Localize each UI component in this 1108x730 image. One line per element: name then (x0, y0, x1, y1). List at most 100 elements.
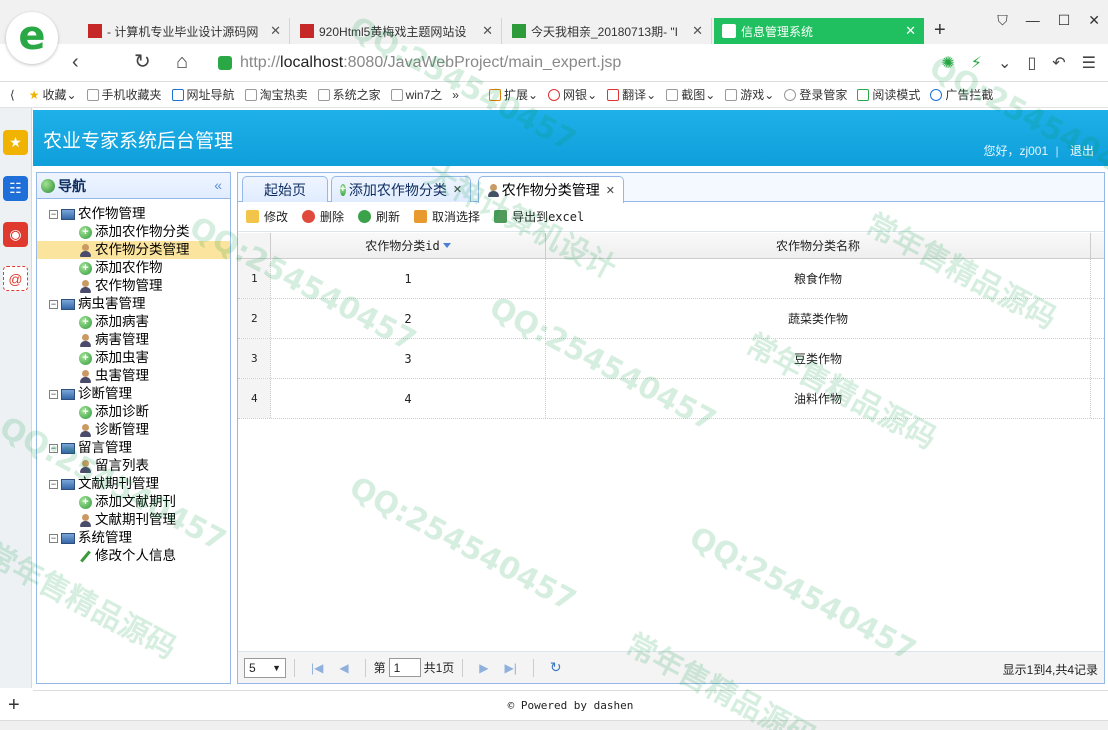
nav-group[interactable]: − 留言管理 (37, 439, 230, 457)
nav-item[interactable]: + 添加诊断 (37, 403, 230, 421)
more-bookmarks-icon[interactable]: » (452, 88, 459, 102)
collapse-icon[interactable]: « (214, 177, 222, 193)
browser-tab-2[interactable]: 920Html5黄梅戏主题网站设 ✕ (292, 18, 502, 44)
phone-icon[interactable]: ▯ (1027, 53, 1036, 73)
nav-item[interactable]: 农作物管理 (37, 277, 230, 295)
tab-close-icon[interactable]: ✕ (606, 184, 615, 197)
reload-icon[interactable]: ↻ (134, 52, 151, 72)
table-row[interactable]: 3 3 豆类作物 (238, 339, 1104, 379)
minimize-icon[interactable]: — (1026, 12, 1040, 29)
column-header-id[interactable]: 农作物分类id (271, 233, 546, 258)
collapse-toggle-icon[interactable]: − (49, 389, 58, 399)
nav-item[interactable]: 农作物分类管理 (37, 241, 230, 259)
weibo-icon[interactable]: ◉ (3, 222, 28, 247)
nav-item[interactable]: 虫害管理 (37, 367, 230, 385)
pager-refresh-icon[interactable]: ↻ (550, 659, 562, 676)
browser-tab-1[interactable]: - 计算机专业毕业设计源码网 ✕ (80, 18, 290, 44)
toolbar-bank[interactable]: 网银 ⌄ (548, 86, 597, 103)
tab-close-icon[interactable]: ✕ (453, 183, 462, 196)
pencil-icon (79, 550, 92, 563)
nav-group[interactable]: − 诊断管理 (37, 385, 230, 403)
close-icon[interactable]: ✕ (905, 23, 916, 39)
bookmark-system[interactable]: 系统之家 (317, 86, 381, 103)
last-page-icon[interactable]: ▶| (505, 661, 517, 675)
dropdown-chevron-icon[interactable]: ⌄ (998, 53, 1011, 73)
bookmark-taobao[interactable]: 淘宝热卖 (244, 86, 308, 103)
close-window-icon[interactable]: ✕ (1088, 12, 1100, 29)
add-panel-icon[interactable]: + (8, 694, 20, 717)
toolbar-login[interactable]: 登录管家 (784, 86, 847, 103)
bookmark-win7[interactable]: win7之 (390, 86, 442, 103)
collapse-toggle-icon[interactable]: − (49, 299, 58, 309)
nav-item[interactable]: 文献期刊管理 (37, 511, 230, 529)
table-row[interactable]: 2 2 蔬菜类作物 (238, 299, 1104, 339)
nav-item[interactable]: 修改个人信息 (37, 547, 230, 565)
cell-category-id: 1 (271, 259, 546, 298)
computer-icon (61, 208, 75, 220)
edit-button[interactable]: 修改 (246, 208, 288, 225)
skin-icon[interactable]: ⛉ (997, 12, 1008, 29)
bookmark-mobile[interactable]: 手机收藏夹 (86, 86, 162, 103)
mail-at-icon[interactable]: @ (3, 266, 28, 291)
first-page-icon[interactable]: |◀ (311, 661, 323, 675)
toolbar-translate[interactable]: 翻译 ⌄ (607, 86, 656, 103)
nav-item[interactable]: + 添加文献期刊 (37, 493, 230, 511)
browser-tab-3[interactable]: 今天我相亲_20180713期- "I ✕ (504, 18, 712, 44)
logout-link[interactable]: 退出 (1070, 144, 1094, 158)
bookmark-favorites[interactable]: ★ 收藏 ⌄ (29, 86, 77, 103)
clear-selection-button[interactable]: 取消选择 (414, 208, 480, 225)
cell-category-name: 粮食作物 (546, 259, 1091, 298)
export-excel-button[interactable]: 导出到excel (494, 208, 584, 225)
toolbar-adblock[interactable]: 广告拦截 (930, 86, 993, 103)
prev-page-icon[interactable]: ◀ (339, 661, 348, 675)
collapse-toggle-icon[interactable]: − (49, 479, 58, 489)
nav-item[interactable]: + 添加农作物 (37, 259, 230, 277)
bookmark-nav[interactable]: 网址导航 (171, 86, 235, 103)
url-field[interactable]: http://localhost:8080/JavaWebProject/mai… (218, 52, 918, 74)
close-icon[interactable]: ✕ (692, 23, 703, 39)
tab-start-page[interactable]: 起始页 (242, 176, 328, 202)
toolbar-extensions[interactable]: 扩展 ⌄ (488, 86, 538, 103)
maximize-icon[interactable]: ☐ (1058, 12, 1071, 29)
speed-icon[interactable]: ✺ (941, 53, 954, 73)
page-number-input[interactable]: 1 (388, 658, 421, 677)
delete-button[interactable]: 删除 (302, 208, 344, 225)
toolbar-screenshot[interactable]: 截图 ⌄ (666, 86, 715, 103)
toolbar-reader[interactable]: 阅读模式 (857, 86, 920, 103)
toolbar-label: 网银 (563, 88, 588, 102)
toolbar-games[interactable]: 游戏 ⌄ (725, 86, 774, 103)
apps-grid-icon[interactable]: ☷ (3, 176, 28, 201)
tab-crop-category-manage[interactable]: 农作物分类管理 ✕ (478, 176, 624, 203)
nav-item[interactable]: 留言列表 (37, 457, 230, 475)
sidebar-toggle-icon[interactable]: ⟨ (10, 88, 15, 102)
nav-item[interactable]: + 添加病害 (37, 313, 230, 331)
nav-group[interactable]: − 系统管理 (37, 529, 230, 547)
undo-icon[interactable]: ↶ (1052, 53, 1065, 73)
tab-add-crop-category[interactable]: + 添加农作物分类 ✕ (331, 176, 471, 202)
nav-group[interactable]: − 病虫害管理 (37, 295, 230, 313)
table-row[interactable]: 1 1 粮食作物 (238, 259, 1104, 299)
collapse-toggle-icon[interactable]: − (49, 209, 58, 219)
collapse-toggle-icon[interactable]: − (49, 443, 58, 453)
nav-item[interactable]: + 添加虫害 (37, 349, 230, 367)
nav-item[interactable]: + 添加农作物分类 (37, 223, 230, 241)
page-size-select[interactable]: 5 ▼ (244, 657, 286, 678)
column-header-name[interactable]: 农作物分类名称 (546, 233, 1091, 258)
table-row[interactable]: 4 4 油料作物 (238, 379, 1104, 419)
favorites-star-icon[interactable]: ★ (3, 130, 28, 155)
new-tab-button[interactable]: + (934, 20, 946, 40)
refresh-button[interactable]: 刷新 (358, 208, 400, 225)
lightning-icon[interactable]: ⚡ (971, 53, 982, 73)
collapse-toggle-icon[interactable]: − (49, 533, 58, 543)
back-icon[interactable]: ‹ (72, 52, 79, 72)
close-icon[interactable]: ✕ (270, 23, 281, 39)
next-page-icon[interactable]: ▶ (479, 661, 488, 675)
home-icon[interactable]: ⌂ (176, 52, 188, 72)
nav-item[interactable]: 诊断管理 (37, 421, 230, 439)
browser-tab-4-active[interactable]: 信息管理系统 ✕ (714, 18, 924, 44)
nav-group[interactable]: − 文献期刊管理 (37, 475, 230, 493)
nav-group[interactable]: − 农作物管理 (37, 205, 230, 223)
menu-icon[interactable]: ☰ (1082, 53, 1096, 73)
close-icon[interactable]: ✕ (482, 23, 493, 39)
nav-item[interactable]: 病害管理 (37, 331, 230, 349)
